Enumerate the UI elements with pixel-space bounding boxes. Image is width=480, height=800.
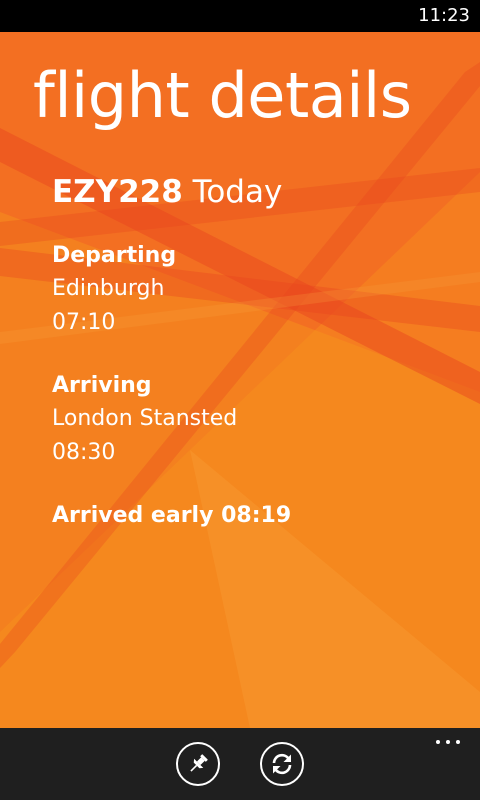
arrival-status: Arrived early 08:19 bbox=[52, 503, 292, 528]
arriving-city: London Stansted bbox=[52, 406, 238, 431]
pin-button[interactable] bbox=[176, 742, 220, 786]
refresh-button[interactable] bbox=[260, 742, 304, 786]
flight-details: EZY228 Today Departing Edinburgh 07:10 A… bbox=[52, 172, 291, 532]
app-bar bbox=[0, 728, 480, 800]
departing-time: 07:10 bbox=[52, 310, 116, 335]
more-options-button[interactable] bbox=[428, 728, 472, 758]
departing-city: Edinburgh bbox=[52, 276, 165, 301]
ellipsis-icon bbox=[436, 740, 440, 744]
refresh-icon bbox=[272, 753, 292, 775]
phone-screen: 11:23 flight details EZY228 Today Depart… bbox=[0, 0, 480, 800]
arriving-time: 08:30 bbox=[52, 440, 116, 465]
flight-details-page: flight details EZY228 Today Departing Ed… bbox=[0, 32, 480, 728]
flight-heading: EZY228 Today bbox=[52, 172, 291, 212]
arriving-label: Arriving bbox=[52, 373, 152, 398]
pin-icon bbox=[190, 754, 208, 772]
page-title: flight details bbox=[33, 59, 412, 132]
status-bar: 11:23 bbox=[0, 0, 480, 32]
departing-label: Departing bbox=[52, 243, 177, 268]
flight-number: EZY228 bbox=[52, 174, 183, 210]
status-time: 11:23 bbox=[418, 5, 470, 26]
flight-day: Today bbox=[192, 174, 283, 210]
ellipsis-icon bbox=[456, 740, 460, 744]
ellipsis-icon bbox=[446, 740, 450, 744]
